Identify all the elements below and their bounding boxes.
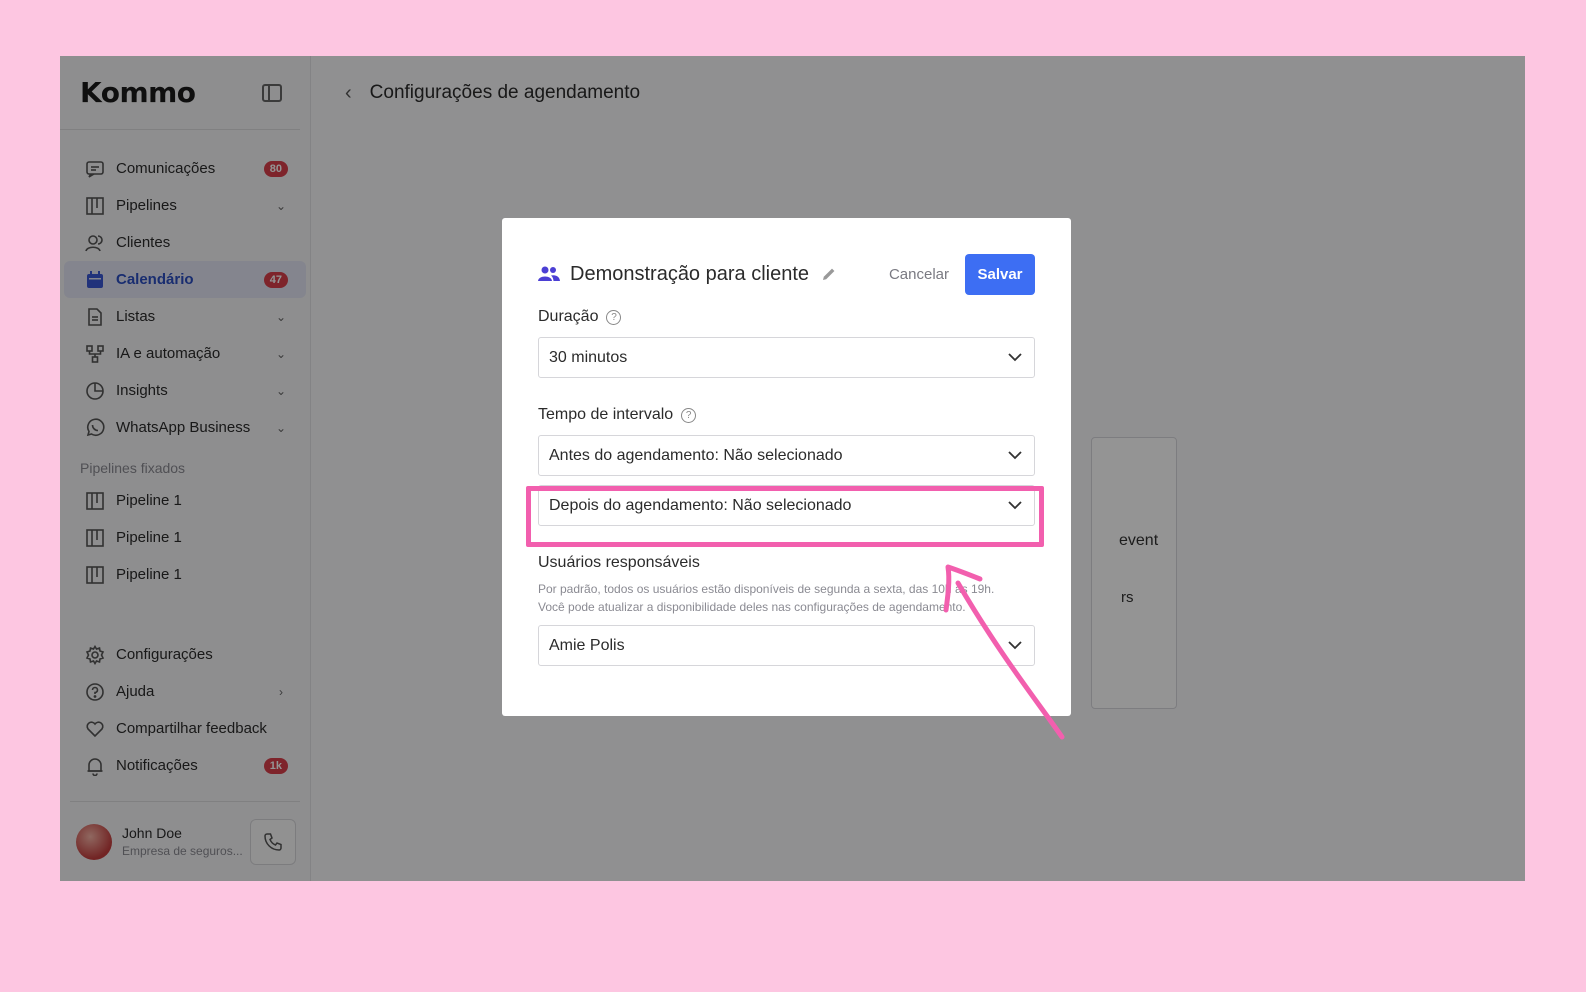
app-window: Kommo Comunicações 80 Pipelines ⌄ Client… — [60, 56, 1525, 881]
interval-label-text: Tempo de intervalo — [538, 406, 674, 423]
help-icon[interactable]: ? — [681, 407, 697, 423]
modal-title: Demonstração para cliente — [570, 262, 810, 285]
pencil-icon[interactable] — [821, 266, 837, 282]
duration-label-text: Duração — [538, 308, 599, 325]
interval-label: Tempo de intervalo ? — [538, 406, 1035, 424]
annotation-highlight-box — [526, 486, 1044, 547]
save-button[interactable]: Salvar — [965, 253, 1035, 295]
help-icon[interactable]: ? — [606, 309, 622, 325]
modal-header: Demonstração para cliente Cancelar Salva… — [538, 252, 1035, 296]
duration-value: 30 minutos — [549, 348, 628, 366]
annotation-arrow-icon — [943, 564, 1065, 740]
duration-label: Duração ? — [538, 308, 1035, 326]
users-label-text: Usuários responsáveis — [538, 554, 700, 571]
chevron-down-icon — [1008, 451, 1022, 460]
duration-select[interactable]: 30 minutos — [538, 337, 1035, 378]
before-interval-value: Antes do agendamento: Não selecionado — [549, 446, 843, 464]
people-icon — [538, 265, 560, 283]
cancel-button[interactable]: Cancelar — [889, 266, 949, 283]
before-interval-select[interactable]: Antes do agendamento: Não selecionado — [538, 435, 1035, 476]
chevron-down-icon — [1008, 353, 1022, 362]
